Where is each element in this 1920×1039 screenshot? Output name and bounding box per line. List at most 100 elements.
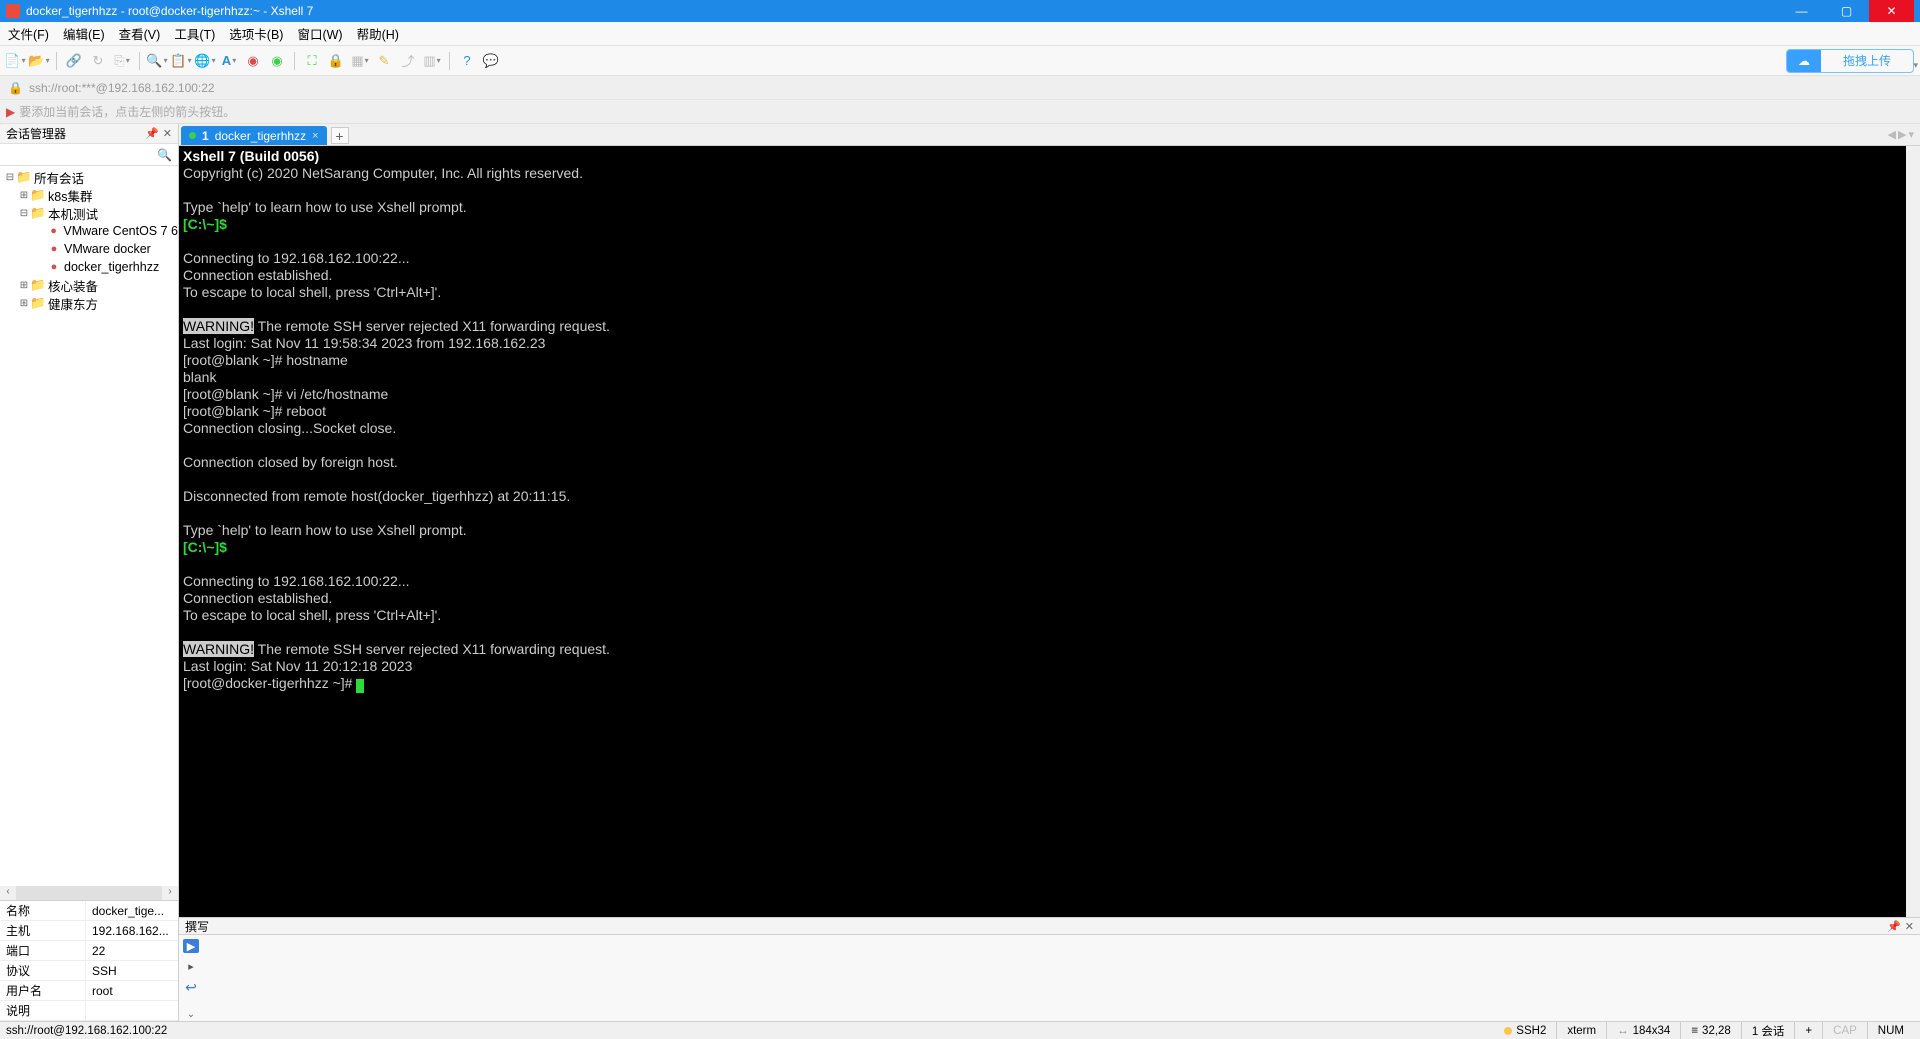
tree-folder[interactable]: ⊟📁所有会话 xyxy=(0,168,178,186)
scroll-track[interactable] xyxy=(16,886,162,900)
link-icon[interactable]: 🔗 xyxy=(65,52,83,70)
new-session-icon[interactable]: 📄 xyxy=(6,52,24,70)
compose-forward-icon[interactable]: ▸ xyxy=(183,959,199,973)
menu-edit[interactable]: 编辑(E) xyxy=(63,24,105,43)
highlight-icon[interactable]: ✎ xyxy=(375,52,393,70)
compose-body: ▶ ▸ ↩ ⌄ xyxy=(179,935,1920,1021)
cloud-icon: ☁ xyxy=(1787,50,1821,72)
property-row: 名称docker_tige... xyxy=(0,901,178,921)
tree-twist-icon[interactable]: ⊞ xyxy=(18,298,30,309)
tab-menu-icon[interactable]: ▾ xyxy=(1908,128,1914,141)
reconnect-icon[interactable]: ↻ xyxy=(89,52,107,70)
circle1-icon[interactable]: ◉ xyxy=(244,52,262,70)
tree-hscroll[interactable]: ‹ › xyxy=(0,886,178,900)
compose-header: 撰写 📌 ✕ xyxy=(179,917,1920,935)
pin-icon[interactable]: 📌 xyxy=(145,127,159,140)
session-tree: ⊟📁所有会话⊞📁k8s集群⊟📁本机测试·●VMware CentOS 7 6·●… xyxy=(0,166,178,886)
session-properties: 名称docker_tige...主机192.168.162...端口22协议SS… xyxy=(0,900,178,1021)
status-ssh: SSH2 xyxy=(1504,1022,1556,1039)
property-key: 端口 xyxy=(0,941,86,960)
upload-button[interactable]: ☁ 拖拽上传 xyxy=(1786,49,1914,73)
compose-back-icon[interactable]: ↩ xyxy=(183,979,199,995)
tree-folder[interactable]: ⊞📁k8s集群 xyxy=(0,186,178,204)
maximize-button[interactable]: ▢ xyxy=(1824,0,1869,22)
scroll-right-icon[interactable]: › xyxy=(162,886,178,900)
minimize-button[interactable]: — xyxy=(1779,0,1824,22)
toolbar-overflow-icon[interactable]: ▾ xyxy=(1913,60,1918,71)
toolbar: 📄 📂 🔗 ↻ ⎘ 🔍 📋 🌐 A ◉ ◉ ⛶ 🔒 ▦ ✎ ⤴ ▥ ? 💬 ☁ … xyxy=(0,46,1920,76)
sidebar-close-icon[interactable]: ✕ xyxy=(163,127,172,140)
menu-file[interactable]: 文件(F) xyxy=(8,24,49,43)
compose-close-icon[interactable]: ✕ xyxy=(1905,920,1914,933)
tree-session[interactable]: ·●docker_tigerhhzz xyxy=(0,258,178,276)
compose-pin-icon[interactable]: 📌 xyxy=(1887,920,1901,933)
tree-session[interactable]: ·●VMware CentOS 7 6 xyxy=(0,222,178,240)
layout-icon[interactable]: ▦ xyxy=(351,52,369,70)
font-icon[interactable]: A xyxy=(220,52,238,70)
tree-label: 本机测试 xyxy=(48,204,98,223)
tick-icon[interactable]: ⤴ xyxy=(399,52,417,70)
scroll-left-icon[interactable]: ‹ xyxy=(0,886,16,900)
separator xyxy=(294,52,295,70)
tab-prev-icon[interactable]: ◀ xyxy=(1888,128,1896,141)
tree-label: k8s集群 xyxy=(48,186,92,205)
disconnect-icon[interactable]: ⎘ xyxy=(113,52,131,70)
compose-expand-icon[interactable]: ⌄ xyxy=(183,1007,199,1021)
tree-twist-icon[interactable]: ⊟ xyxy=(4,172,16,183)
copy-icon[interactable]: 📋 xyxy=(172,52,190,70)
status-plus[interactable]: + xyxy=(1794,1022,1822,1039)
status-address: ssh://root@192.168.162.100:22 xyxy=(6,1022,177,1039)
tree-folder[interactable]: ⊞📁核心装备 xyxy=(0,276,178,294)
grid-icon[interactable]: ▥ xyxy=(423,52,441,70)
tree-twist-icon[interactable]: ⊞ xyxy=(18,280,30,291)
address-bar[interactable]: 🔒 ssh://root:***@192.168.162.100:22 xyxy=(0,76,1920,100)
window-titlebar: docker_tigerhhzz - root@docker-tigerhhzz… xyxy=(0,0,1920,22)
circle2-icon[interactable]: ◉ xyxy=(268,52,286,70)
tree-twist-icon[interactable]: ⊟ xyxy=(18,208,30,219)
folder-icon: 📁 xyxy=(30,278,46,293)
tab-close-icon[interactable]: × xyxy=(312,130,318,142)
tree-folder[interactable]: ⊟📁本机测试 xyxy=(0,204,178,222)
menu-help[interactable]: 帮助(H) xyxy=(357,24,399,43)
terminal[interactable]: Xshell 7 (Build 0056) Copyright (c) 2020… xyxy=(179,146,1906,917)
property-value: 192.168.162... xyxy=(86,921,178,940)
session-hint: 要添加当前会话，点击左侧的箭头按钮。 xyxy=(19,103,235,120)
tree-session[interactable]: ·●VMware docker xyxy=(0,240,178,258)
chat-icon[interactable]: 💬 xyxy=(482,52,500,70)
tab-next-icon[interactable]: ▶ xyxy=(1898,128,1906,141)
close-button[interactable]: ✕ xyxy=(1869,0,1914,22)
add-session-icon[interactable]: ▶ xyxy=(6,105,15,119)
menu-view[interactable]: 查看(V) xyxy=(119,24,161,43)
property-value: SSH xyxy=(86,961,178,980)
help-icon[interactable]: ? xyxy=(458,52,476,70)
property-row: 用户名root xyxy=(0,981,178,1001)
globe-icon[interactable]: 🌐 xyxy=(196,52,214,70)
statusbar: ssh://root@192.168.162.100:22 SSH2 xterm… xyxy=(0,1021,1920,1039)
property-value: docker_tige... xyxy=(86,901,178,920)
lock-icon[interactable]: 🔒 xyxy=(327,52,345,70)
folder-icon: 📁 xyxy=(30,206,46,221)
tab-docker-tigerhhzz[interactable]: 1 docker_tigerhhzz × xyxy=(181,126,327,145)
tab-strip: 1 docker_tigerhhzz × + ◀ ▶ ▾ xyxy=(179,124,1920,146)
compose-send-icon[interactable]: ▶ xyxy=(183,939,199,953)
tree-twist-icon[interactable]: ⊞ xyxy=(18,190,30,201)
tab-add-button[interactable]: + xyxy=(331,127,349,144)
property-row: 协议SSH xyxy=(0,961,178,981)
open-folder-icon[interactable]: 📂 xyxy=(30,52,48,70)
sidebar-search[interactable]: 🔍 xyxy=(0,144,178,166)
menu-window[interactable]: 窗口(W) xyxy=(297,24,342,43)
tree-label: docker_tigerhhzz xyxy=(64,260,159,274)
compose-input[interactable] xyxy=(203,935,1920,1021)
separator xyxy=(139,52,140,70)
menu-tools[interactable]: 工具(T) xyxy=(174,24,215,43)
menubar: 文件(F) 编辑(E) 查看(V) 工具(T) 选项卡(B) 窗口(W) 帮助(… xyxy=(0,22,1920,46)
menu-tabs[interactable]: 选项卡(B) xyxy=(229,24,283,43)
window-title: docker_tigerhhzz - root@docker-tigerhhzz… xyxy=(26,4,313,18)
tree-label: 核心装备 xyxy=(48,276,98,295)
search-icon[interactable]: 🔍 xyxy=(148,52,166,70)
fullscreen-icon[interactable]: ⛶ xyxy=(303,52,321,70)
property-row: 说明 xyxy=(0,1001,178,1021)
tab-label: docker_tigerhhzz xyxy=(215,129,306,143)
terminal-scrollbar[interactable] xyxy=(1906,146,1920,917)
tree-folder[interactable]: ⊞📁健康东方 xyxy=(0,294,178,312)
